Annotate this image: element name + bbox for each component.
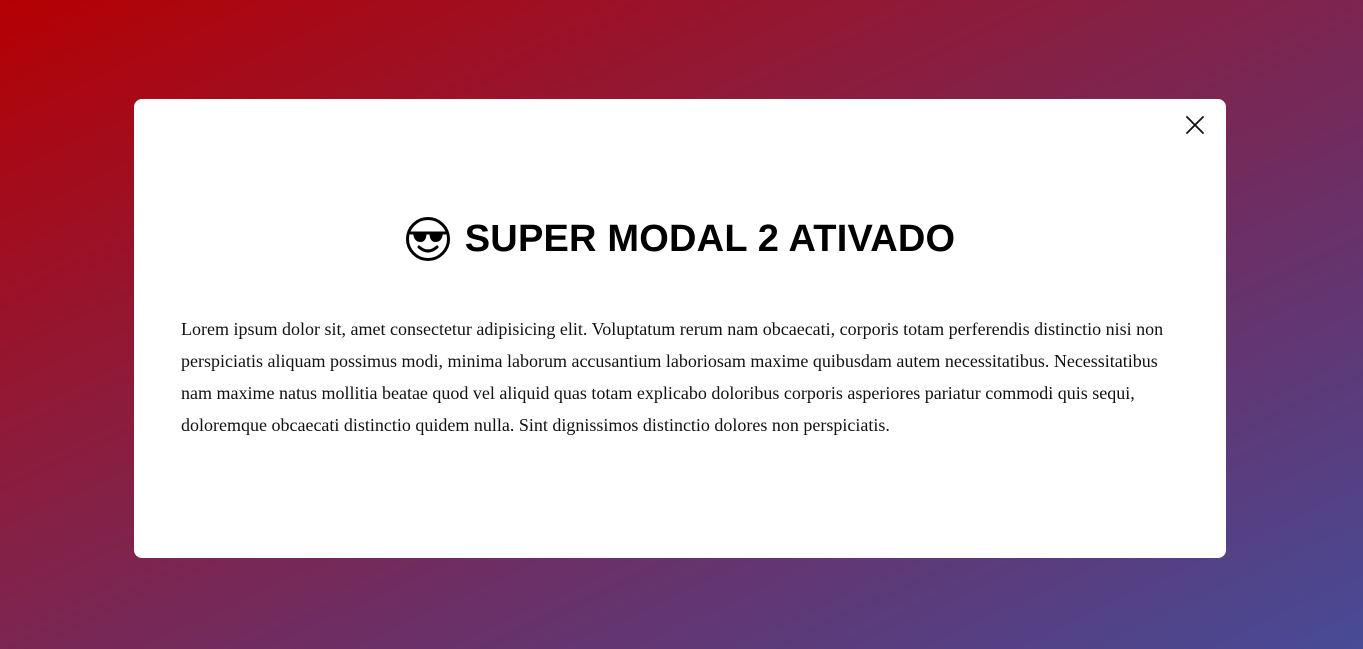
close-button[interactable] (1184, 114, 1206, 136)
modal-title: SUPER MODAL 2 ATIVADO (464, 217, 956, 260)
modal-header: SUPER MODAL 2 ATIVADO (134, 216, 1226, 262)
modal-dialog: SUPER MODAL 2 ATIVADO Lorem ipsum dolor … (134, 99, 1226, 558)
close-icon (1186, 116, 1204, 134)
modal-body-text: Lorem ipsum dolor sit, amet consectetur … (181, 319, 1164, 435)
cool-sunglasses-emoji-icon (405, 216, 451, 262)
